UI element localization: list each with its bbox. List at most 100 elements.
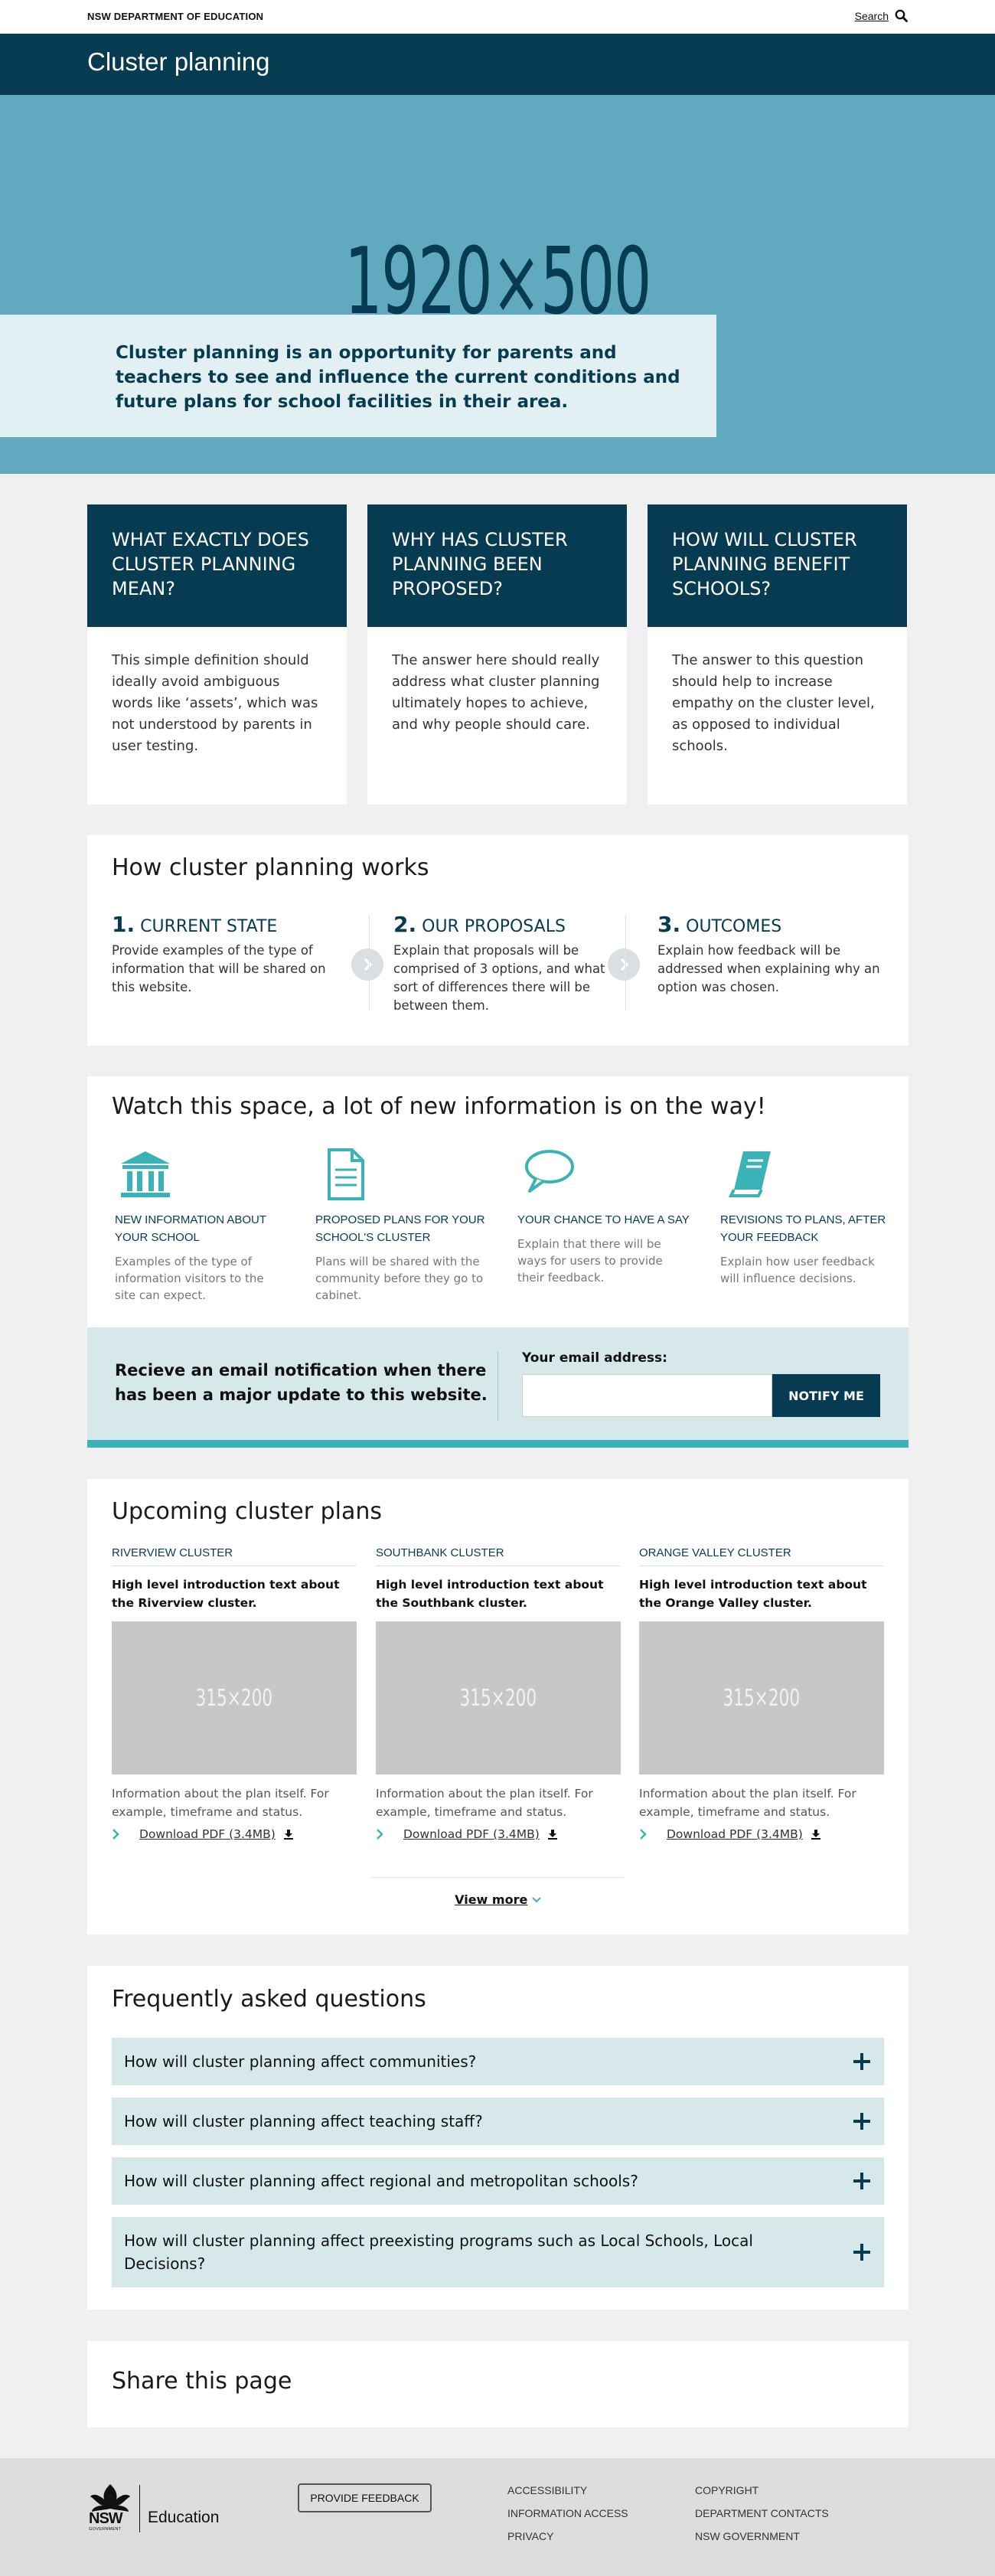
search-icon[interactable] xyxy=(895,9,908,22)
step-title: 2. OUR PROPOSALS xyxy=(393,912,631,937)
plan-image: 315×200 xyxy=(376,1621,621,1774)
view-more-label[interactable]: View more xyxy=(455,1892,527,1907)
title-bar: Cluster planning xyxy=(0,34,995,95)
step-number: 1. xyxy=(112,912,135,937)
faq-item[interactable]: How will cluster planning affect teachin… xyxy=(112,2098,884,2145)
download-row[interactable]: Download PDF (3.4MB) xyxy=(376,1827,621,1841)
question-card-header: WHAT EXACTLY DOES CLUSTER PLANNING MEAN? xyxy=(87,504,347,627)
section-title: Share this page xyxy=(112,2368,292,2395)
book-icon xyxy=(728,1151,771,1197)
question-card: WHAT EXACTLY DOES CLUSTER PLANNING MEAN?… xyxy=(87,504,347,805)
footer-link-privacy[interactable]: PRIVACY xyxy=(507,2529,628,2544)
building-icon xyxy=(121,1151,170,1197)
plus-icon[interactable] xyxy=(853,2113,870,2130)
search-control[interactable]: Search xyxy=(855,9,908,22)
download-row[interactable]: Download PDF (3.4MB) xyxy=(112,1827,357,1841)
question-card-body: The answer to this question should help … xyxy=(672,652,875,754)
footer-link-department-contacts[interactable]: DEPARTMENT CONTACTS xyxy=(695,2506,829,2521)
section-title: Upcoming cluster plans xyxy=(112,1498,382,1525)
plus-icon[interactable] xyxy=(853,2173,870,2189)
chevron-right-icon xyxy=(377,1829,383,1840)
download-icon[interactable] xyxy=(811,1829,821,1840)
download-icon[interactable] xyxy=(547,1829,558,1840)
site-footer: NSW GOVERNMENT Education PROVIDE FEEDBAC… xyxy=(0,2458,995,2576)
step-current-state: 1. CURRENT STATE Provide examples of the… xyxy=(112,912,349,997)
feature-item: PROPOSED PLANS FOR YOUR SCHOOL'S CLUSTER… xyxy=(315,1147,488,1304)
view-more-divider xyxy=(371,1877,624,1878)
plan-intro: High level introduction text about the S… xyxy=(376,1578,604,1610)
page-title: Cluster planning xyxy=(87,47,270,76)
section-title: Watch this space, a lot of new informati… xyxy=(112,1093,766,1120)
faq-question[interactable]: How will cluster planning affect regiona… xyxy=(124,2170,638,2192)
download-pdf-link[interactable]: Download PDF (3.4MB) xyxy=(667,1827,803,1841)
step-number: 2. xyxy=(393,912,417,937)
nsw-government-text: GOVERNMENT xyxy=(89,2527,122,2532)
step-our-proposals: 2. OUR PROPOSALS Explain that proposals … xyxy=(393,912,631,1015)
watch-this-space-section: Watch this space, a lot of new informati… xyxy=(87,1076,909,1448)
view-more-button[interactable]: View more xyxy=(87,1892,909,1907)
provide-feedback-button[interactable]: PROVIDE FEEDBACK xyxy=(298,2483,432,2512)
step-title: 1. CURRENT STATE xyxy=(112,912,349,937)
nsw-wordmark: NSW xyxy=(89,2510,123,2527)
plan-intro: High level introduction text about the R… xyxy=(112,1578,340,1610)
plan-description: Information about the plan itself. For e… xyxy=(376,1787,593,1819)
chevron-right-icon xyxy=(640,1829,647,1840)
email-notification-panel: Recieve an email notification when there… xyxy=(87,1327,909,1448)
plus-icon[interactable] xyxy=(853,2053,870,2070)
download-row[interactable]: Download PDF (3.4MB) xyxy=(639,1827,884,1841)
step-divider xyxy=(625,915,626,1010)
notify-me-button[interactable]: NOTIFY ME xyxy=(772,1374,880,1417)
step-description: Explain that proposals will be comprised… xyxy=(393,943,605,1013)
step-label: OUR PROPOSALS xyxy=(422,917,566,936)
plan-image-placeholder: 315×200 xyxy=(195,1684,273,1712)
nsw-waratah-logo: NSW GOVERNMENT xyxy=(87,2483,133,2535)
feature-title: NEW INFORMATION ABOUT YOUR SCHOOL xyxy=(115,1213,266,1244)
question-card: WHY HAS CLUSTER PLANNING BEEN PROPOSED? … xyxy=(367,504,627,805)
logo-divider xyxy=(139,2485,140,2532)
plan-description: Information about the plan itself. For e… xyxy=(639,1787,856,1819)
plan-name: ORANGE VALLEY CLUSTER xyxy=(639,1546,884,1566)
footer-link-nsw-government[interactable]: NSW GOVERNMENT xyxy=(695,2529,829,2544)
faq-question[interactable]: How will cluster planning affect teachin… xyxy=(124,2110,483,2133)
chevron-right-icon xyxy=(113,1829,119,1840)
download-pdf-link[interactable]: Download PDF (3.4MB) xyxy=(403,1827,540,1841)
footer-link-information-access[interactable]: INFORMATION ACCESS xyxy=(507,2506,628,2521)
download-icon[interactable] xyxy=(283,1829,294,1840)
plan-image: 315×200 xyxy=(639,1621,884,1774)
upcoming-plans-section: Upcoming cluster plans RIVERVIEW CLUSTER… xyxy=(87,1479,909,1934)
section-title: Frequently asked questions xyxy=(112,1986,426,2013)
plan-intro: High level introduction text about the O… xyxy=(639,1578,867,1610)
faq-item[interactable]: How will cluster planning affect communi… xyxy=(112,2038,884,2085)
plan-name: RIVERVIEW CLUSTER xyxy=(112,1546,357,1566)
footer-links-col1: ACCESSIBILITY INFORMATION ACCESS PRIVACY xyxy=(507,2483,628,2552)
question-card-header: HOW WILL CLUSTER PLANNING BENEFIT SCHOOL… xyxy=(648,504,907,627)
nsw-education-logo[interactable]: NSW GOVERNMENT Education xyxy=(87,2483,219,2535)
search-link[interactable]: Search xyxy=(855,10,889,22)
feature-title: PROPOSED PLANS FOR YOUR SCHOOL'S CLUSTER xyxy=(315,1213,485,1244)
plan-name: SOUTHBANK CLUSTER xyxy=(376,1546,621,1566)
education-wordmark: Education xyxy=(148,2509,220,2526)
chevron-down-icon[interactable] xyxy=(532,1896,541,1904)
faq-question[interactable]: How will cluster planning affect communi… xyxy=(124,2050,476,2073)
feature-description: Examples of the type of information visi… xyxy=(115,1255,264,1302)
speech-bubble-icon xyxy=(525,1150,574,1193)
top-bar: NSW DEPARTMENT OF EDUCATION Search xyxy=(0,0,995,34)
step-divider xyxy=(369,915,370,1010)
section-title: How cluster planning works xyxy=(112,854,429,881)
question-card-title: WHY HAS CLUSTER PLANNING BEEN PROPOSED? xyxy=(392,529,568,599)
download-pdf-link[interactable]: Download PDF (3.4MB) xyxy=(139,1827,276,1841)
step-label: CURRENT STATE xyxy=(140,917,278,936)
plus-icon[interactable] xyxy=(853,2244,870,2261)
faq-item[interactable]: How will cluster planning affect regiona… xyxy=(112,2157,884,2205)
plan-card: RIVERVIEW CLUSTER High level introductio… xyxy=(112,1546,357,1841)
faq-question[interactable]: How will cluster planning affect preexis… xyxy=(124,2229,838,2275)
step-description: Provide examples of the type of informat… xyxy=(112,943,326,994)
footer-link-copyright[interactable]: COPYRIGHT xyxy=(695,2483,829,2498)
footer-link-accessibility[interactable]: ACCESSIBILITY xyxy=(507,2483,628,2498)
faq-item[interactable]: How will cluster planning affect preexis… xyxy=(112,2217,884,2287)
email-field[interactable] xyxy=(522,1374,772,1417)
how-it-works-section: How cluster planning works 1. CURRENT ST… xyxy=(87,835,909,1046)
feature-item: NEW INFORMATION ABOUT YOUR SCHOOL Exampl… xyxy=(115,1147,287,1304)
step-title: 3. OUTCOMES xyxy=(657,912,895,937)
feature-description: Explain how user feedback will influence… xyxy=(720,1255,875,1285)
